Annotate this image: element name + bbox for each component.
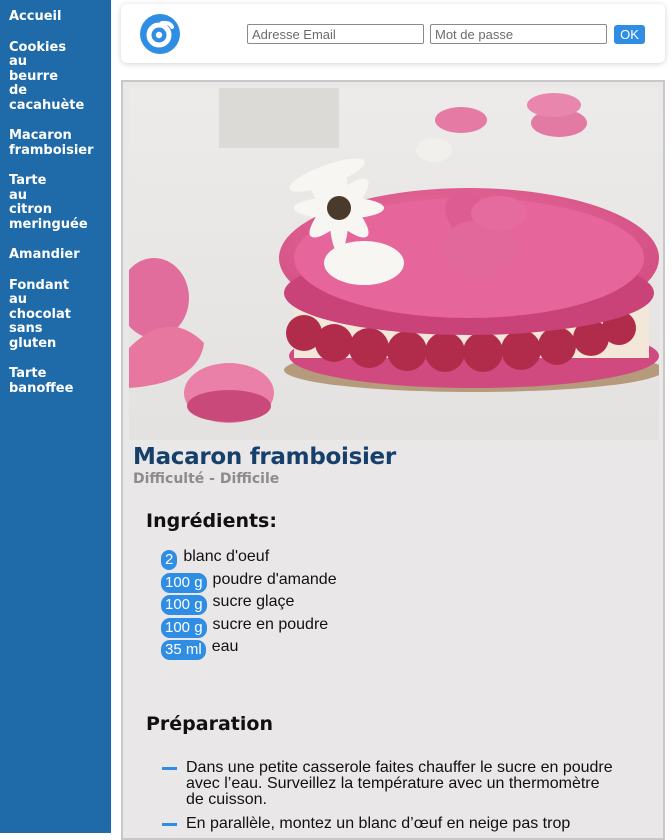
password-field[interactable] (430, 24, 607, 44)
preparation-step: En parallèle, montez un blanc d’œuf en n… (161, 816, 621, 832)
header-bar: OK (121, 4, 665, 63)
preparation-step: Dans une petite casserole faites chauffe… (161, 760, 621, 808)
ingredient-item: 100 g poudre d'amande (161, 569, 337, 593)
logo-icon[interactable] (140, 14, 180, 54)
ingredient-name: sucre glaçe (212, 593, 295, 611)
ingredient-item: 100 g sucre en poudre (161, 614, 337, 638)
quantity-badge: 100 g (161, 595, 207, 616)
sidebar-item-macaron[interactable]: Macaron framboisier (9, 128, 105, 158)
difficulty-label: Difficulté - Difficile (133, 471, 280, 487)
quantity-badge: 35 ml (161, 640, 206, 661)
ingredient-name: eau (211, 638, 239, 656)
sidebar-item-accueil[interactable]: Accueil (9, 9, 105, 25)
ingredient-item: 35 ml eau (161, 636, 337, 661)
ingredient-name: blanc d'oeuf (183, 548, 270, 566)
ingredient-item: 100 g sucre glaçe (161, 591, 337, 616)
email-field[interactable] (247, 24, 424, 44)
sidebar-item-tarte-citron[interactable]: Tarte au citron meringuée (9, 173, 105, 232)
preparation-heading: Préparation (146, 713, 273, 735)
quantity-badge: 100 g (161, 617, 207, 638)
recipe-card: Macaron framboisier Difficulté - Diffici… (121, 80, 665, 840)
login-ok-button[interactable]: OK (614, 25, 645, 44)
ingredients-heading: Ingrédients: (146, 510, 277, 532)
recipe-title: Macaron framboisier (133, 444, 396, 470)
quantity-badge: 2 (161, 550, 178, 571)
ingredient-item: 2 blanc d'oeuf (161, 546, 337, 571)
quantity-badge: 100 g (161, 572, 207, 593)
recipe-photo (129, 88, 659, 440)
ingredient-name: sucre en poudre (212, 615, 329, 633)
sidebar-item-cookies[interactable]: Cookies au beurre de cacahuète (9, 40, 105, 114)
ingredient-list: 2 blanc d'oeuf 100 g poudre d'amande 100 g… (161, 546, 337, 661)
sidebar-item-fondant[interactable]: Fondant au chocolat sans gluten (9, 278, 105, 352)
sidebar-item-amandier[interactable]: Amandier (9, 247, 105, 263)
sidebar-item-banoffee[interactable]: Tarte banoffee (9, 366, 105, 396)
sidebar: Accueil Cookies au beurre de cacahuète M… (0, 0, 111, 833)
preparation-steps: Dans une petite casserole faites chauffe… (161, 760, 621, 840)
ingredient-name: poudre d'amande (212, 570, 337, 588)
